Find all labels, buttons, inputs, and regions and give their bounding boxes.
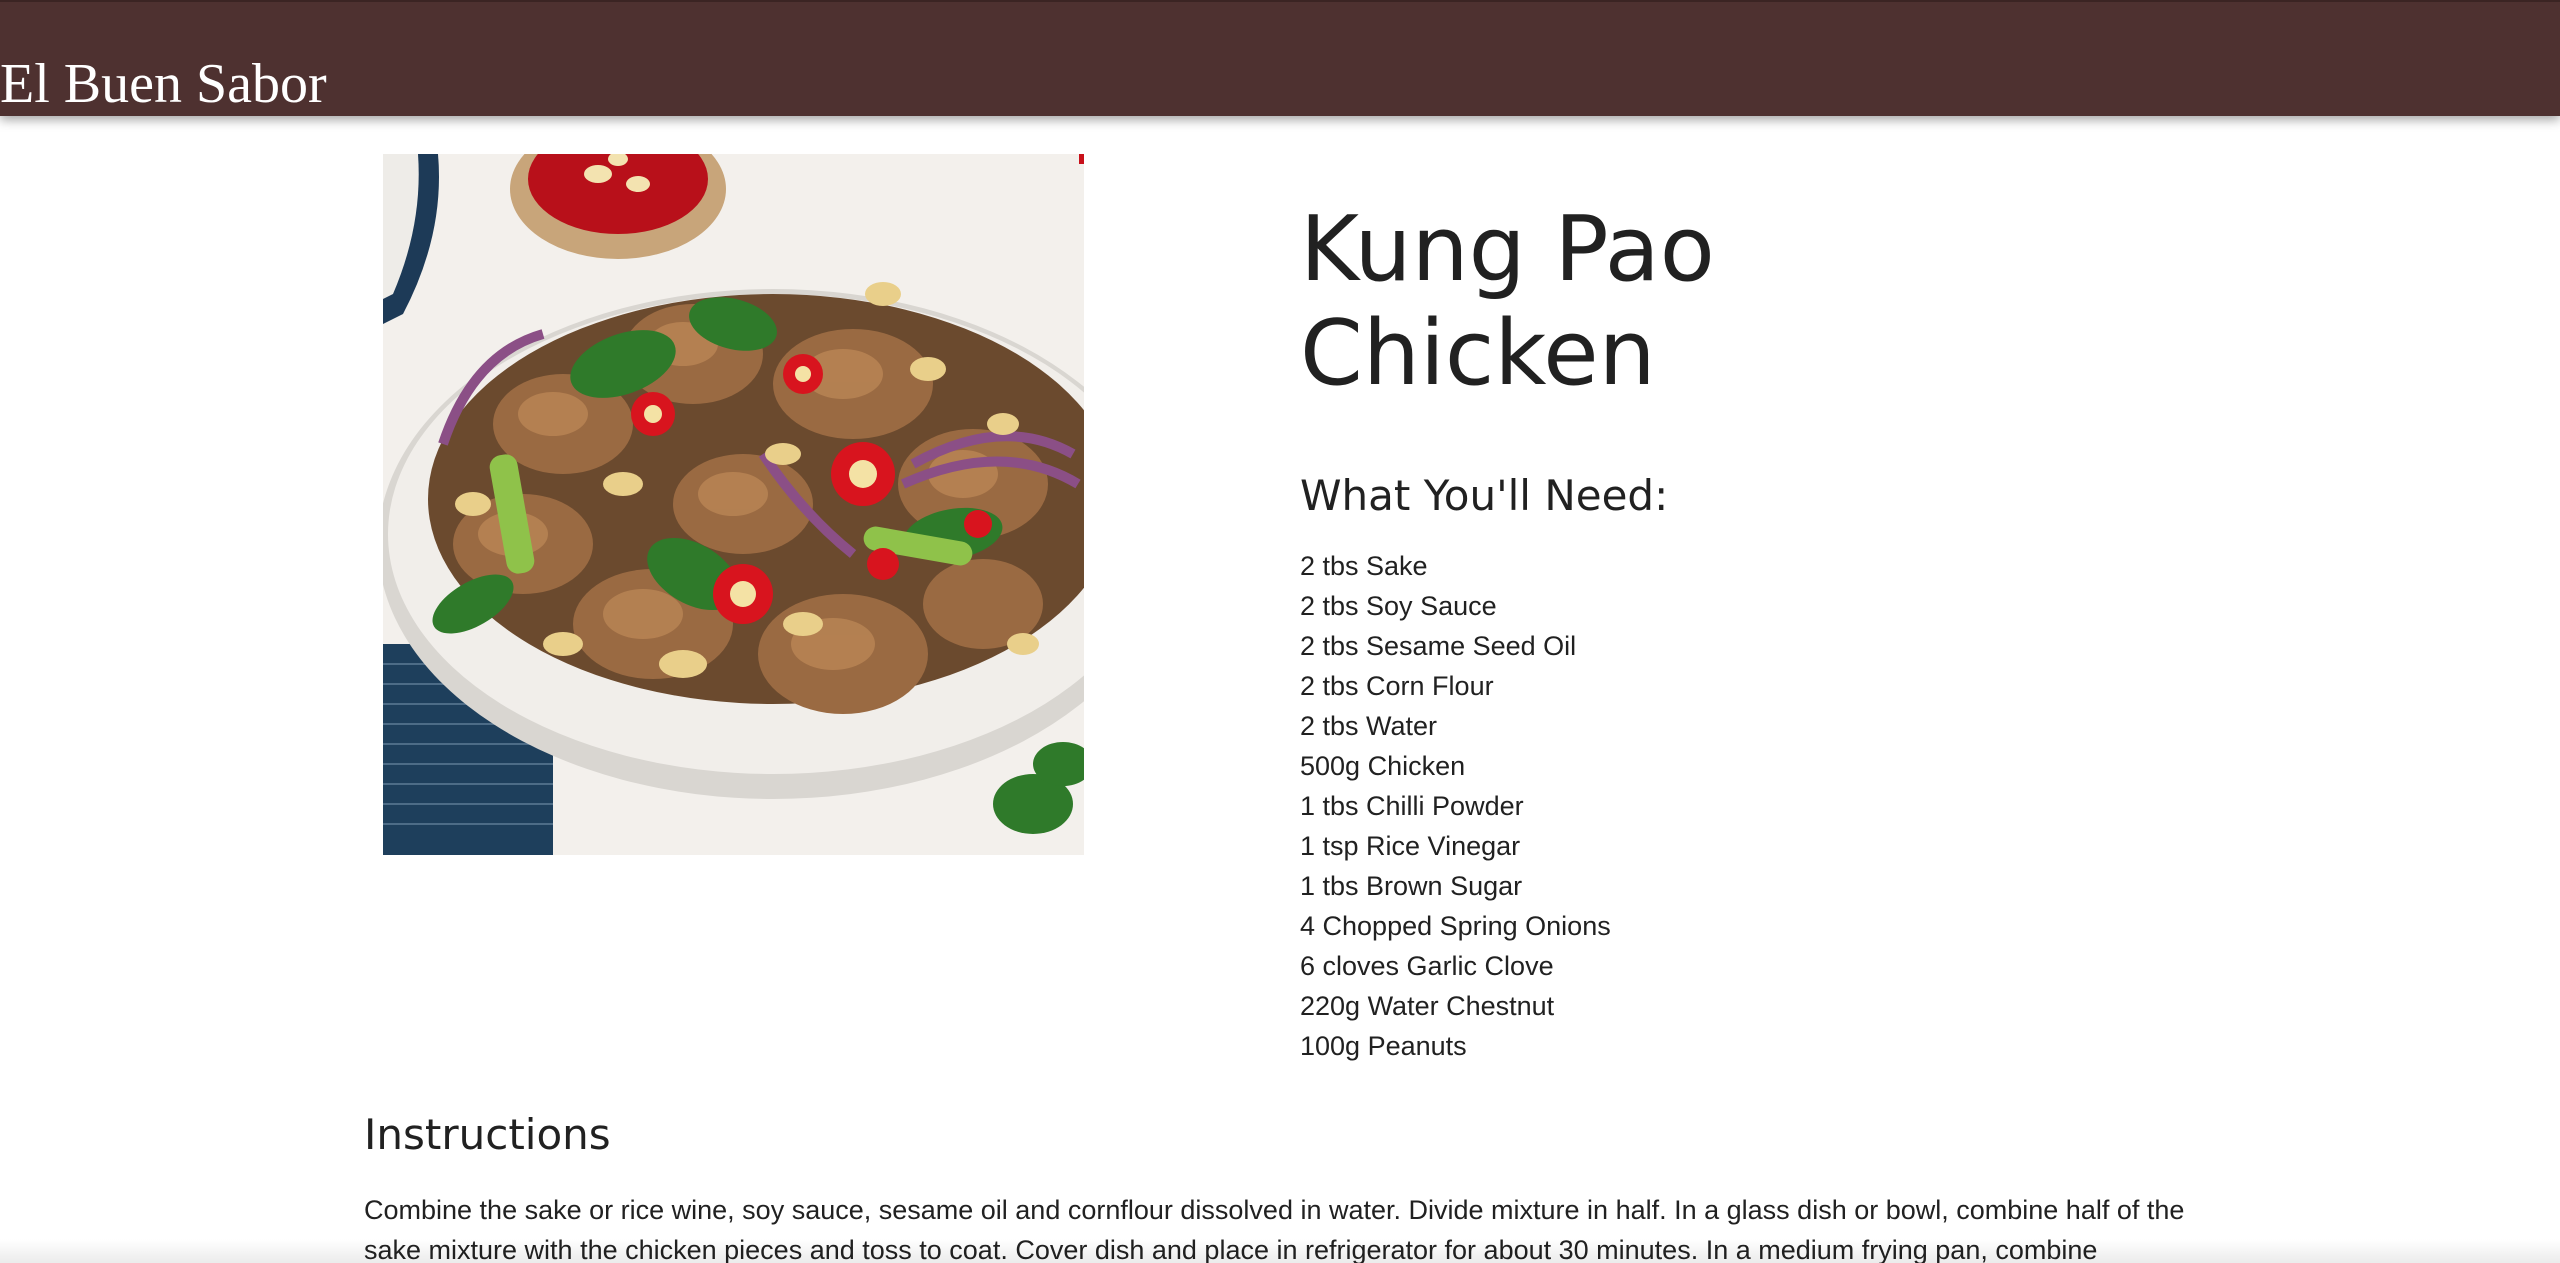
ingredient-item: 2 tbs Corn Flour (1300, 671, 1494, 701)
instructions-heading: Instructions (364, 1110, 611, 1159)
ingredient-item: 1 tbs Chilli Powder (1300, 791, 1524, 821)
instructions-paragraph: Combine the sake or rice wine, soy sauce… (364, 1195, 2185, 1263)
ingredient-item: 2 tbs Sesame Seed Oil (1300, 631, 1577, 661)
kung-pao-chicken-photo-icon (383, 154, 1084, 855)
ingredient-item: 500g Chicken (1300, 751, 1466, 781)
ingredient-item: 220g Water Chestnut (1300, 991, 1555, 1021)
ingredients-heading: What You'll Need: (1300, 471, 1669, 520)
ingredient-item: 1 tsp Rice Vinegar (1300, 831, 1521, 861)
ingredient-item: 100g Peanuts (1300, 1031, 1467, 1061)
brand-logo-link[interactable]: El Buen Sabor (0, 54, 327, 114)
recipe-title-line: Kung Pao (1300, 197, 1715, 302)
ingredient-item: 2 tbs Sake (1300, 551, 1428, 581)
ingredient-item: 1 tbs Brown Sugar (1300, 871, 1523, 901)
ingredient-item: 4 Chopped Spring Onions (1300, 911, 1611, 941)
recipe-title: Kung Pao Chicken (1300, 198, 1715, 406)
ingredient-item: 6 cloves Garlic Clove (1300, 951, 1554, 981)
recipe-title-line: Chicken (1300, 301, 1656, 406)
ingredient-item: 2 tbs Water (1300, 711, 1438, 741)
ingredients-list: 2 tbs Sake 2 tbs Soy Sauce 2 tbs Sesame … (1300, 546, 1611, 1066)
top-navbar: El Buen Sabor (0, 0, 2560, 116)
ingredient-item: 2 tbs Soy Sauce (1300, 591, 1497, 621)
recipe-image (383, 154, 1084, 855)
